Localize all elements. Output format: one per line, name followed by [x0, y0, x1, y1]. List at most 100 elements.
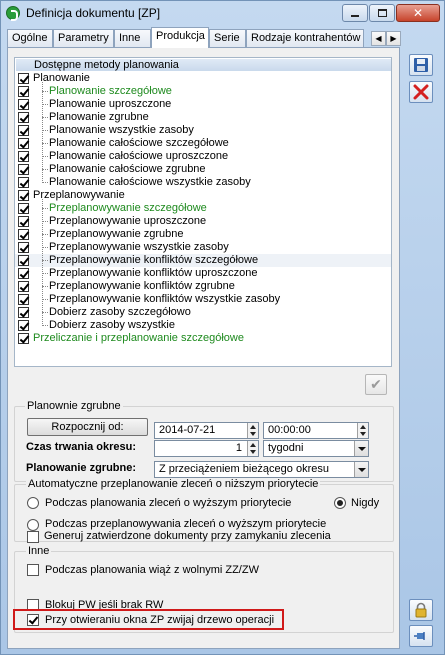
tree-row-label: Dobierz zasoby wszystkie [49, 319, 175, 331]
date-spinner[interactable] [247, 423, 258, 438]
radio-replanning-higher-priority[interactable] [27, 519, 39, 531]
tree-row-label: Przeplanowywanie konfliktów zgrubne [49, 280, 235, 292]
tree-row[interactable]: Przeplanowywanie zgrubne [15, 228, 391, 241]
maximize-icon [377, 9, 387, 17]
radio-planning-higher-priority-label: Podczas planowania zleceń o wyższym prio… [45, 497, 292, 509]
link-free-zz-label: Podczas planowania wiąż z wolnymi ZZ/ZW [45, 564, 259, 576]
generate-approved-checkbox[interactable] [27, 531, 39, 543]
tree-row-label: Przeplanowywanie szczegółowe [49, 202, 207, 214]
tree-row[interactable]: Przeplanowywanie konfliktów zgrubne [15, 280, 391, 293]
cancel-button[interactable] [409, 81, 433, 103]
tree-row-label: Przeplanowywanie [33, 189, 125, 201]
tree-row-checkbox[interactable] [18, 333, 29, 344]
tab-inne[interactable]: Inne [114, 29, 151, 47]
tab-produkcja[interactable]: Produkcja [151, 27, 209, 48]
pin-icon [414, 632, 425, 640]
tree-row-checkbox[interactable] [18, 125, 29, 136]
start-time-value: 00:00:00 [268, 424, 311, 436]
duration-spinner[interactable] [247, 441, 258, 456]
tree-row-checkbox[interactable] [18, 229, 29, 240]
link-free-zz-checkbox[interactable] [27, 564, 39, 576]
tab-scroll-left-button[interactable]: ◀ [371, 31, 386, 46]
tree-row[interactable]: Przeliczanie i przeplanowanie szczegółow… [15, 332, 391, 345]
app-icon [6, 6, 20, 21]
approve-button[interactable]: ✔ [365, 374, 387, 395]
tree-row[interactable]: Dobierz zasoby wszystkie [15, 319, 391, 332]
start-date-field[interactable]: 2014-07-21 [154, 422, 259, 439]
tree-row[interactable]: Planowanie całościowe wszystkie zasoby [15, 176, 391, 189]
tree-row-label: Planowanie całościowe zgrubne [49, 163, 206, 175]
tree-row-checkbox[interactable] [18, 268, 29, 279]
tree-row[interactable]: Planowanie całościowe uproszczone [15, 150, 391, 163]
tab-ogolne[interactable]: Ogólne [7, 29, 53, 47]
time-spinner[interactable] [357, 423, 368, 438]
tree-row-checkbox[interactable] [18, 177, 29, 188]
checkmark-icon: ✔ [370, 376, 382, 392]
chevron-down-icon [354, 462, 368, 477]
tree-row[interactable]: Planowanie uproszczone [15, 98, 391, 111]
tab-scroll-right-button[interactable]: ▶ [386, 31, 401, 46]
tree-row[interactable]: Przeplanowywanie [15, 189, 391, 202]
start-from-button[interactable]: Rozpocznij od: [27, 418, 148, 436]
tree-row[interactable]: Przeplanowywanie konfliktów szczegółowe [15, 254, 391, 267]
minimize-button[interactable] [342, 4, 368, 22]
tree-row-label: Planowanie wszystkie zasoby [49, 124, 194, 136]
radio-never[interactable] [334, 497, 346, 509]
tree-row-checkbox[interactable] [18, 138, 29, 149]
tree-row[interactable]: Dobierz zasoby szczegółowo [15, 306, 391, 319]
tree-row[interactable]: Planowanie [15, 72, 391, 85]
maximize-button[interactable] [369, 4, 395, 22]
chevron-down-icon [354, 441, 368, 456]
start-date-value: 2014-07-21 [159, 424, 216, 436]
start-time-field[interactable]: 00:00:00 [263, 422, 369, 439]
planning-methods-tree[interactable]: Dostępne metody planowania Planowanie Pla… [14, 57, 392, 367]
duration-field[interactable]: 1 [154, 440, 259, 457]
tree-row-checkbox[interactable] [18, 216, 29, 227]
tree-row-label: Planowanie zgrubne [49, 111, 149, 123]
padlock-icon [415, 602, 427, 618]
save-button[interactable] [409, 54, 433, 76]
tree-row[interactable]: Planowanie zgrubne [15, 111, 391, 124]
duration-unit-combo[interactable]: tygodni [263, 440, 369, 457]
tree-row-checkbox[interactable] [18, 190, 29, 201]
group-auto-replanning-title: Automatyczne przeplanowanie zleceń o niż… [26, 478, 321, 490]
tree-connector [42, 82, 43, 183]
tree-row[interactable]: Planowanie całościowe szczegółowe [15, 137, 391, 150]
pin-button[interactable] [409, 625, 433, 647]
tree-row-checkbox[interactable] [18, 242, 29, 253]
tree-row[interactable]: Przeplanowywanie uproszczone [15, 215, 391, 228]
tree-row[interactable]: Planowanie całościowe zgrubne [15, 163, 391, 176]
tree-row-checkbox[interactable] [18, 86, 29, 97]
tree-row-checkbox[interactable] [18, 203, 29, 214]
tree-row[interactable]: Przeplanowywanie konfliktów wszystkie za… [15, 293, 391, 306]
minimize-icon [351, 15, 359, 17]
title-bar[interactable]: Definicja dokumentu [ZP] ✕ [1, 1, 444, 25]
tree-row-checkbox[interactable] [18, 151, 29, 162]
lock-button[interactable] [409, 599, 433, 621]
mode-combo[interactable]: Z przeciążeniem bieżącego okresu [154, 461, 369, 478]
tree-row-label: Planowanie szczegółowe [49, 85, 172, 97]
tree-row[interactable]: Planowanie wszystkie zasoby [15, 124, 391, 137]
tree-row-checkbox[interactable] [18, 320, 29, 331]
tree-row-label: Planowanie całościowe uproszczone [49, 150, 229, 162]
tree-row-checkbox[interactable] [18, 281, 29, 292]
tree-row-checkbox[interactable] [18, 307, 29, 318]
tree-row-checkbox[interactable] [18, 112, 29, 123]
radio-planning-higher-priority[interactable] [27, 497, 39, 509]
tree-row[interactable]: Przeplanowywanie szczegółowe [15, 202, 391, 215]
tree-row-checkbox[interactable] [18, 294, 29, 305]
tree-row[interactable]: Przeplanowywanie wszystkie zasoby [15, 241, 391, 254]
tab-parametry[interactable]: Parametry [53, 29, 114, 47]
tree-row-checkbox[interactable] [18, 73, 29, 84]
tab-serie[interactable]: Serie [209, 29, 246, 47]
close-button[interactable]: ✕ [396, 4, 440, 22]
tree-row[interactable]: Przeplanowywanie konfliktów uproszczone [15, 267, 391, 280]
tab-rodzaje-kontrahentow[interactable]: Rodzaje kontrahentów [246, 29, 364, 47]
tree-row-checkbox[interactable] [18, 164, 29, 175]
tree-row-checkbox[interactable] [18, 255, 29, 266]
dialog-window: Definicja dokumentu [ZP] ✕ Ogólne Parame… [0, 0, 445, 655]
tree-row-checkbox[interactable] [18, 99, 29, 110]
chevron-left-icon: ◀ [375, 34, 382, 43]
tree-row-label: Przeplanowywanie uproszczone [49, 215, 207, 227]
tree-row[interactable]: Planowanie szczegółowe [15, 85, 391, 98]
